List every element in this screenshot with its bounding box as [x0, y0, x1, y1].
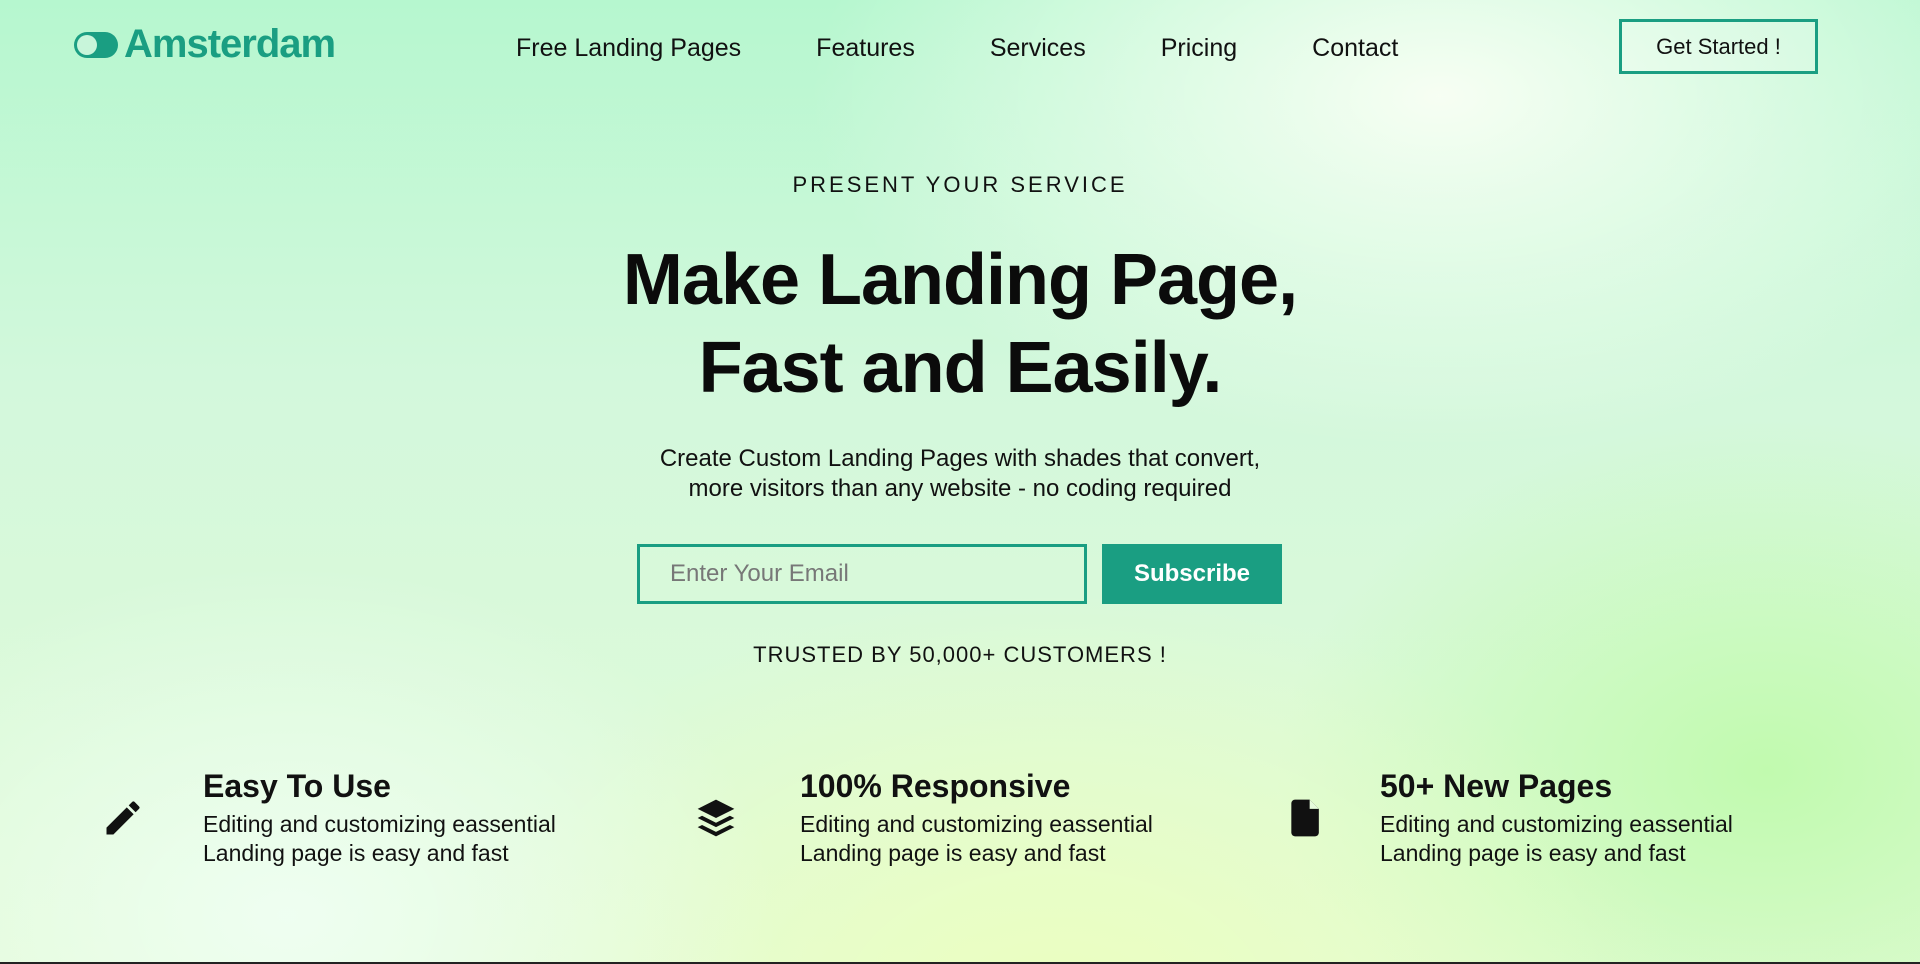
headline-line-1: Make Landing Page, — [622, 240, 1298, 320]
top-nav: Amsterdam Free Landing Pages Features Se… — [0, 0, 1920, 96]
trusted-text: TRUSTED BY 50,000+ CUSTOMERS ! — [753, 642, 1167, 667]
toggle-logo-icon — [74, 31, 118, 58]
feature-desc-line-2: Landing page is easy and fast — [1380, 840, 1686, 866]
feature-easy-to-use: Easy To Use Editing and customizing eass… — [101, 766, 603, 868]
feature-text: 50+ New Pages Editing and customizing ea… — [1380, 766, 1780, 868]
file-icon — [1284, 796, 1330, 842]
headline-line-2: Fast and Easily. — [698, 328, 1223, 408]
feature-desc-line-2: Landing page is easy and fast — [800, 840, 1106, 866]
pencil-icon — [101, 796, 147, 842]
feature-text: Easy To Use Editing and customizing eass… — [203, 766, 603, 868]
hero-subtext: Create Custom Landing Pages with shades … — [0, 444, 1920, 504]
feature-new-pages: 50+ New Pages Editing and customizing ea… — [1284, 766, 1780, 868]
email-input[interactable] — [637, 544, 1087, 604]
nav-link-services[interactable]: Services — [990, 34, 1086, 63]
feature-text: 100% Responsive Editing and customizing … — [800, 766, 1200, 868]
subscribe-button[interactable]: Subscribe — [1102, 544, 1282, 604]
nav-link-features[interactable]: Features — [816, 34, 915, 63]
feature-title: 50+ New Pages — [1380, 768, 1613, 804]
brand-name: Amsterdam — [124, 22, 336, 66]
feature-title: 100% Responsive — [800, 768, 1071, 804]
feature-desc-line-1: Editing and customizing eassential — [800, 811, 1153, 837]
feature-desc-line-1: Editing and customizing eassential — [1380, 811, 1733, 837]
subtext-line-2: more visitors than any website - no codi… — [688, 475, 1232, 502]
feature-desc: Editing and customizing eassential Landi… — [800, 810, 1200, 868]
feature-title: Easy To Use — [203, 768, 391, 804]
subscribe-form: Subscribe — [637, 544, 1282, 604]
layers-icon — [694, 796, 740, 842]
nav-link-contact[interactable]: Contact — [1312, 34, 1398, 63]
hero-headline: Make Landing Page, Fast and Easily. — [0, 236, 1920, 412]
brand-logo[interactable]: Amsterdam — [74, 22, 336, 67]
nav-link-free-landing-pages[interactable]: Free Landing Pages — [516, 34, 741, 63]
feature-desc-line-2: Landing page is easy and fast — [203, 840, 509, 866]
feature-responsive: 100% Responsive Editing and customizing … — [694, 766, 1200, 868]
nav-link-pricing[interactable]: Pricing — [1161, 34, 1237, 63]
feature-desc: Editing and customizing eassential Landi… — [1380, 810, 1780, 868]
feature-desc-line-1: Editing and customizing eassential — [203, 811, 556, 837]
subtext-line-1: Create Custom Landing Pages with shades … — [659, 445, 1261, 472]
get-started-button[interactable]: Get Started ! — [1619, 19, 1818, 74]
hero-eyebrow: PRESENT YOUR SERVICE — [792, 172, 1128, 197]
feature-desc: Editing and customizing eassential Landi… — [203, 810, 603, 868]
nav-links: Free Landing Pages Features Services Pri… — [516, 34, 1473, 63]
